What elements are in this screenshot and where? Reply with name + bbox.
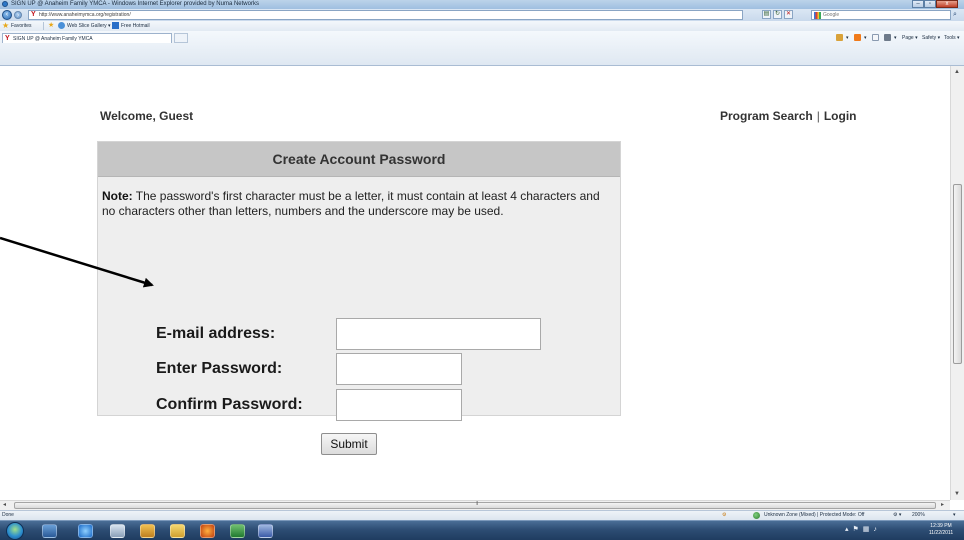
tools-menu[interactable]: Tools ▾ xyxy=(944,33,960,42)
hotmail-icon xyxy=(112,22,119,29)
action-center-icon[interactable]: ⚑ xyxy=(853,523,859,537)
file-explorer-icon[interactable] xyxy=(110,524,125,538)
zoom-dropdown-icon[interactable]: ▾ xyxy=(953,511,956,520)
word-icon[interactable] xyxy=(258,524,273,538)
search-input[interactable] xyxy=(823,11,933,19)
free-hotmail-link[interactable]: Free Hotmail xyxy=(121,22,150,30)
windows-taskbar: ▴ ⚑ ▦ ♪ 12:39 PM 11/22/2011 xyxy=(0,520,964,540)
tab-label: SIGN UP @ Anaheim Family YMCA xyxy=(13,36,93,42)
address-field[interactable]: Y xyxy=(28,10,743,20)
address-tools: ▤ ↻ ✕ xyxy=(762,10,793,19)
password-note: Note: The password's first character mus… xyxy=(102,189,612,219)
print-button[interactable]: ▾ xyxy=(884,33,897,42)
window-controls: – ▫ x xyxy=(912,0,958,9)
note-label: Note: xyxy=(102,189,133,203)
status-bar: Done ⚙ Unknown Zone (Mixed) | Protected … xyxy=(0,510,964,520)
ymca-tab-icon: Y xyxy=(5,35,10,42)
clock-date: 11/22/2011 xyxy=(928,530,954,536)
settings-icon[interactable]: ⚙ ▾ xyxy=(893,511,901,520)
confirm-password-field[interactable] xyxy=(336,389,462,421)
favorites-star-icon: ★ xyxy=(2,21,10,30)
status-text: Done xyxy=(2,512,14,518)
compatibility-icon[interactable]: ▤ xyxy=(762,10,771,19)
note-text: The password's first character must be a… xyxy=(102,189,600,218)
maximize-button[interactable]: ▫ xyxy=(924,0,936,8)
close-button[interactable]: x xyxy=(936,0,958,8)
zoom-level[interactable]: 200% xyxy=(912,511,925,520)
show-desktop-icon[interactable] xyxy=(42,524,57,538)
back-icon[interactable]: ‹ xyxy=(2,10,12,20)
login-link[interactable]: Login xyxy=(824,109,857,123)
email-field[interactable] xyxy=(336,318,541,350)
mail-icon xyxy=(872,34,879,41)
favorites-bar: ★ Favorites ★ Web Slice Gallery ▾ Free H… xyxy=(0,21,964,31)
panel-title: Create Account Password xyxy=(98,142,620,177)
password-label: Enter Password: xyxy=(156,360,283,377)
web-slice-gallery-link[interactable]: Web Slice Gallery ▾ xyxy=(67,22,111,30)
documents-icon[interactable] xyxy=(170,524,185,538)
search-icon[interactable]: ⌕ xyxy=(953,11,957,19)
stop-icon[interactable]: ✕ xyxy=(784,10,793,19)
page-menu[interactable]: Page ▾ xyxy=(902,33,918,42)
print-icon xyxy=(884,34,891,41)
ymca-favicon: Y xyxy=(31,11,36,18)
new-tab-button[interactable] xyxy=(174,33,188,43)
welcome-text: Welcome, Guest xyxy=(100,109,194,123)
scroll-down-icon[interactable]: ▼ xyxy=(954,491,960,497)
popup-blocker-icon[interactable]: ⚙ xyxy=(722,511,726,520)
address-input[interactable] xyxy=(39,11,729,19)
start-button[interactable] xyxy=(6,522,24,540)
window-title: SIGN UP @ Anaheim Family YMCA - Windows … xyxy=(11,1,259,7)
volume-icon[interactable]: ♪ xyxy=(873,523,877,537)
favorites-button[interactable]: Favorites xyxy=(11,22,32,30)
window-titlebar: SIGN UP @ Anaheim Family YMCA - Windows … xyxy=(0,0,964,9)
rss-icon xyxy=(854,34,861,41)
system-tray: ▴ ⚑ ▦ ♪ xyxy=(845,523,877,537)
firefox-icon[interactable] xyxy=(200,524,215,538)
internet-explorer-icon xyxy=(2,1,8,7)
tab-ymca-signup[interactable]: Y SIGN UP @ Anaheim Family YMCA xyxy=(2,33,172,43)
folder-icon[interactable] xyxy=(140,524,155,538)
google-icon xyxy=(814,12,821,19)
network-icon[interactable]: ▦ xyxy=(863,523,870,537)
scroll-left-icon[interactable]: ◂ xyxy=(3,502,6,508)
confirm-password-label: Confirm Password: xyxy=(156,396,303,413)
globe-icon xyxy=(753,512,760,519)
clock[interactable]: 12:39 PM 11/22/2011 xyxy=(921,523,961,537)
web-slice-icon xyxy=(58,22,65,29)
search-field[interactable] xyxy=(811,10,951,20)
scroll-up-icon[interactable]: ▲ xyxy=(954,69,960,75)
create-password-panel: Create Account Password Note: The passwo… xyxy=(97,141,621,455)
tab-and-command-bar: Y SIGN UP @ Anaheim Family YMCA ▾ ▾ ▾ Pa… xyxy=(0,31,964,66)
forward-icon[interactable]: › xyxy=(14,11,22,19)
minimize-button[interactable]: – xyxy=(912,0,924,8)
email-label: E-mail address: xyxy=(156,325,276,342)
favorites-separator xyxy=(43,22,44,30)
address-toolbar: ‹ › Y ▤ ↻ ✕ ⌕ xyxy=(0,9,964,21)
internet-explorer-taskbar-icon[interactable] xyxy=(78,524,93,538)
submit-button[interactable]: Submit xyxy=(321,433,377,455)
horizontal-scrollbar[interactable]: ◂ ⦀ ▸ xyxy=(0,500,950,510)
horizontal-scroll-thumb[interactable] xyxy=(14,502,936,509)
safety-menu[interactable]: Safety ▾ xyxy=(922,33,940,42)
zone-status[interactable]: Unknown Zone (Mixed) | Protected Mode: O… xyxy=(764,511,864,520)
vertical-scrollbar[interactable]: ▲ ▼ xyxy=(950,66,964,500)
home-icon xyxy=(836,34,843,41)
add-favorite-icon[interactable]: ★ xyxy=(48,22,55,29)
top-links: Program Search | Login xyxy=(720,109,857,123)
mail-button[interactable] xyxy=(872,33,879,42)
home-button[interactable]: ▾ xyxy=(836,33,849,42)
password-field[interactable] xyxy=(336,353,462,385)
feeds-button[interactable]: ▾ xyxy=(854,33,867,42)
web-page-viewport: Welcome, Guest Program Search | Login Crea… xyxy=(0,66,950,500)
program-search-link[interactable]: Program Search xyxy=(720,109,813,123)
link-separator: | xyxy=(816,109,820,123)
scroll-grip-icon: ⦀ xyxy=(476,501,479,507)
tray-arrow-icon[interactable]: ▴ xyxy=(845,523,849,537)
scroll-right-icon[interactable]: ▸ xyxy=(941,502,944,508)
vertical-scroll-thumb[interactable] xyxy=(953,184,962,364)
clock-time: 12:39 PM xyxy=(930,523,952,529)
excel-icon[interactable] xyxy=(230,524,245,538)
refresh-icon[interactable]: ↻ xyxy=(773,10,782,19)
